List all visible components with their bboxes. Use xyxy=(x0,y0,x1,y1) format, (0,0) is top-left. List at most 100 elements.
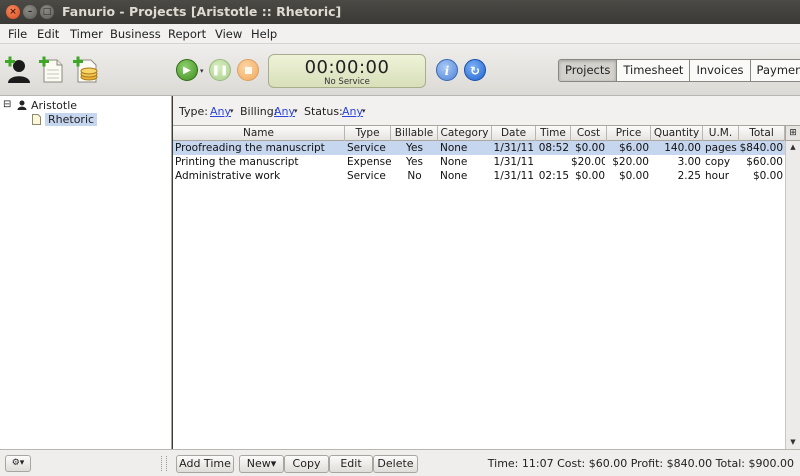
table-row[interactable]: Proofreading the manuscript Service Yes … xyxy=(173,141,785,155)
menu-edit[interactable]: Edit xyxy=(37,27,59,41)
billing-filter-label: Billing: xyxy=(240,105,278,118)
menu-timer[interactable]: Timer xyxy=(70,27,103,41)
column-header-price[interactable]: Price xyxy=(607,126,651,141)
billing-dropdown-icon[interactable]: ▾ xyxy=(294,107,298,115)
menu-view[interactable]: View xyxy=(215,27,242,41)
cell-time: 02:15 xyxy=(538,170,569,182)
cell-date: 1/31/11 xyxy=(493,170,534,182)
column-header-time[interactable]: Time xyxy=(536,126,571,141)
column-header-um[interactable]: U.M. xyxy=(703,126,739,141)
tree-project[interactable]: Rhetoric xyxy=(45,113,98,126)
new-button[interactable]: New▾ xyxy=(239,455,284,473)
column-header-type[interactable]: Type xyxy=(345,126,391,141)
cell-name: Administrative work xyxy=(175,170,281,182)
tree-client[interactable]: Aristotle xyxy=(31,99,77,112)
cell-type: Service xyxy=(347,170,386,182)
cell-price: $6.00 xyxy=(618,142,649,154)
status-filter-link[interactable]: Any xyxy=(342,105,363,118)
status-bar: ⚙▾ Add Time New▾ Copy Edit Delete Time: … xyxy=(0,449,800,476)
column-header-category[interactable]: Category xyxy=(438,126,492,141)
cell-cost: $0.00 xyxy=(574,170,605,182)
cell-um: pages xyxy=(705,142,737,154)
table-header: Name Type Billable Category Date Time Co… xyxy=(173,126,785,141)
cell-type: Expense xyxy=(347,156,391,168)
scroll-up-icon[interactable]: ▲ xyxy=(788,143,798,151)
vertical-scrollbar[interactable]: ▲ ▼ xyxy=(785,141,800,450)
timer-value: 00:00:00 xyxy=(304,57,390,78)
copy-button[interactable]: Copy xyxy=(284,455,329,473)
cell-price: $20.00 xyxy=(612,156,649,168)
add-time-button[interactable]: Add Time xyxy=(176,455,234,473)
add-project-icon[interactable] xyxy=(38,56,66,84)
tab-projects[interactable]: Projects xyxy=(559,60,617,81)
column-header-name[interactable]: Name xyxy=(173,126,345,141)
column-header-billable[interactable]: Billable xyxy=(391,126,438,141)
window-minimize-button[interactable]: – xyxy=(23,5,37,19)
start-timer-button[interactable]: ▶ xyxy=(176,59,198,81)
cell-date: 1/31/11 xyxy=(493,142,534,154)
cell-name: Printing the manuscript xyxy=(175,156,299,168)
pause-timer-button[interactable]: ❚❚ xyxy=(209,59,231,81)
table-row[interactable]: Administrative work Service No None 1/31… xyxy=(173,169,785,183)
summary-totals: Time: 11:07 Cost: $60.00 Profit: $840.00… xyxy=(487,457,794,470)
settings-gear-button[interactable]: ⚙▾ xyxy=(5,455,31,472)
project-icon xyxy=(32,114,41,125)
menu-help[interactable]: Help xyxy=(251,27,277,41)
cell-cost: $0.00 xyxy=(574,142,605,154)
column-header-cost[interactable]: Cost xyxy=(571,126,607,141)
tree-expander-icon[interactable]: ⊟ xyxy=(3,99,11,110)
cell-type: Service xyxy=(347,142,386,154)
edit-button[interactable]: Edit xyxy=(329,455,373,473)
billing-filter-link[interactable]: Any xyxy=(274,105,295,118)
column-header-total[interactable]: Total xyxy=(739,126,785,141)
cell-category: None xyxy=(440,142,468,154)
add-client-icon[interactable] xyxy=(4,56,32,84)
cell-um: copy xyxy=(705,156,731,168)
column-header-date[interactable]: Date xyxy=(492,126,536,141)
timer-display: 00:00:00 No Service xyxy=(268,54,426,88)
window-maximize-button[interactable]: □ xyxy=(40,5,54,19)
cell-total: $840.00 xyxy=(739,142,783,154)
cell-time: 08:52 xyxy=(538,142,569,154)
type-filter-label: Type: xyxy=(179,105,208,118)
stop-icon xyxy=(245,67,252,74)
tab-timesheet[interactable]: Timesheet xyxy=(616,60,689,81)
status-filter-label: Status: xyxy=(304,105,343,118)
type-filter-link[interactable]: Any xyxy=(210,105,231,118)
table-row[interactable]: Printing the manuscript Expense Yes None… xyxy=(173,155,785,169)
cell-billable: Yes xyxy=(406,156,423,168)
cell-quantity: 2.25 xyxy=(677,170,701,182)
stop-timer-button[interactable] xyxy=(237,59,259,81)
timer-dropdown-icon[interactable]: ▾ xyxy=(200,67,204,75)
scroll-down-icon[interactable]: ▼ xyxy=(788,438,798,446)
refresh-button[interactable]: ↻ xyxy=(464,59,486,81)
menu-bar: File Edit Timer Business Report View Hel… xyxy=(0,24,800,44)
filter-bar: Type: Any ▾ Billing: Any ▾ Status: Any ▾ xyxy=(173,96,800,125)
client-icon xyxy=(17,100,27,110)
info-button[interactable]: i xyxy=(436,59,458,81)
cell-cost: $20.00 xyxy=(571,156,605,168)
tab-invoices[interactable]: Invoices xyxy=(689,60,749,81)
column-chooser-icon[interactable]: ⊞ xyxy=(785,126,800,141)
splitter-grip[interactable] xyxy=(161,456,167,471)
menu-report[interactable]: Report xyxy=(168,27,206,41)
cell-quantity: 140.00 xyxy=(664,142,701,154)
cell-category: None xyxy=(440,156,468,168)
window-title: Fanurio - Projects [Aristotle :: Rhetori… xyxy=(62,4,342,19)
cell-price: $0.00 xyxy=(618,170,649,182)
tab-payments[interactable]: Payments xyxy=(749,60,800,81)
column-header-quantity[interactable]: Quantity xyxy=(651,126,703,141)
menu-business[interactable]: Business xyxy=(110,27,161,41)
add-business-icon[interactable] xyxy=(72,56,100,84)
timer-service: No Service xyxy=(324,77,370,87)
delete-button[interactable]: Delete xyxy=(373,455,418,473)
cell-billable: No xyxy=(407,170,422,182)
cell-name: Proofreading the manuscript xyxy=(175,142,325,154)
cell-quantity: 3.00 xyxy=(677,156,701,168)
type-dropdown-icon[interactable]: ▾ xyxy=(230,107,234,115)
status-dropdown-icon[interactable]: ▾ xyxy=(362,107,366,115)
cell-time xyxy=(536,155,569,169)
window-close-button[interactable]: × xyxy=(6,5,20,19)
menu-file[interactable]: File xyxy=(8,27,27,41)
cell-billable: Yes xyxy=(406,142,423,154)
